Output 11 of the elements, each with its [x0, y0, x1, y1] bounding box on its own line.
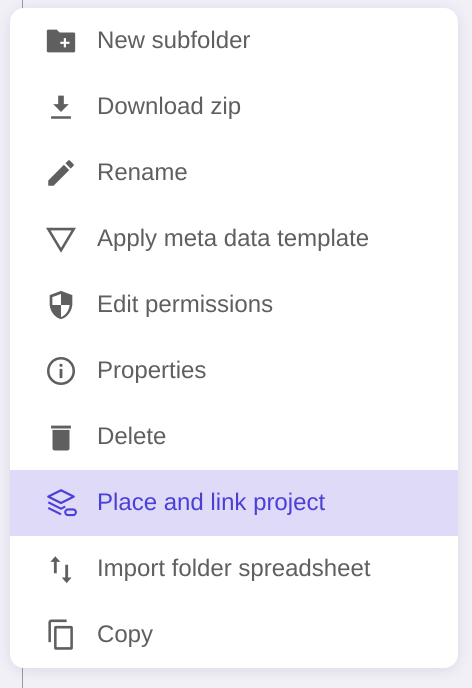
- menu-item[interactable]: Import folder spreadsheet: [10, 536, 458, 602]
- menu-item[interactable]: Place and link project: [10, 470, 458, 536]
- menu-item[interactable]: Copy: [10, 602, 458, 668]
- menu-item[interactable]: Download zip: [10, 74, 458, 140]
- menu-item[interactable]: Rename: [10, 140, 458, 206]
- menu-item[interactable]: Delete: [10, 404, 458, 470]
- menu-item[interactable]: Apply meta data template: [10, 206, 458, 272]
- info-icon: [44, 354, 78, 388]
- menu-item[interactable]: Edit permissions: [10, 272, 458, 338]
- menu-item[interactable]: Properties: [10, 338, 458, 404]
- menu-item[interactable]: New subfolder: [10, 8, 458, 74]
